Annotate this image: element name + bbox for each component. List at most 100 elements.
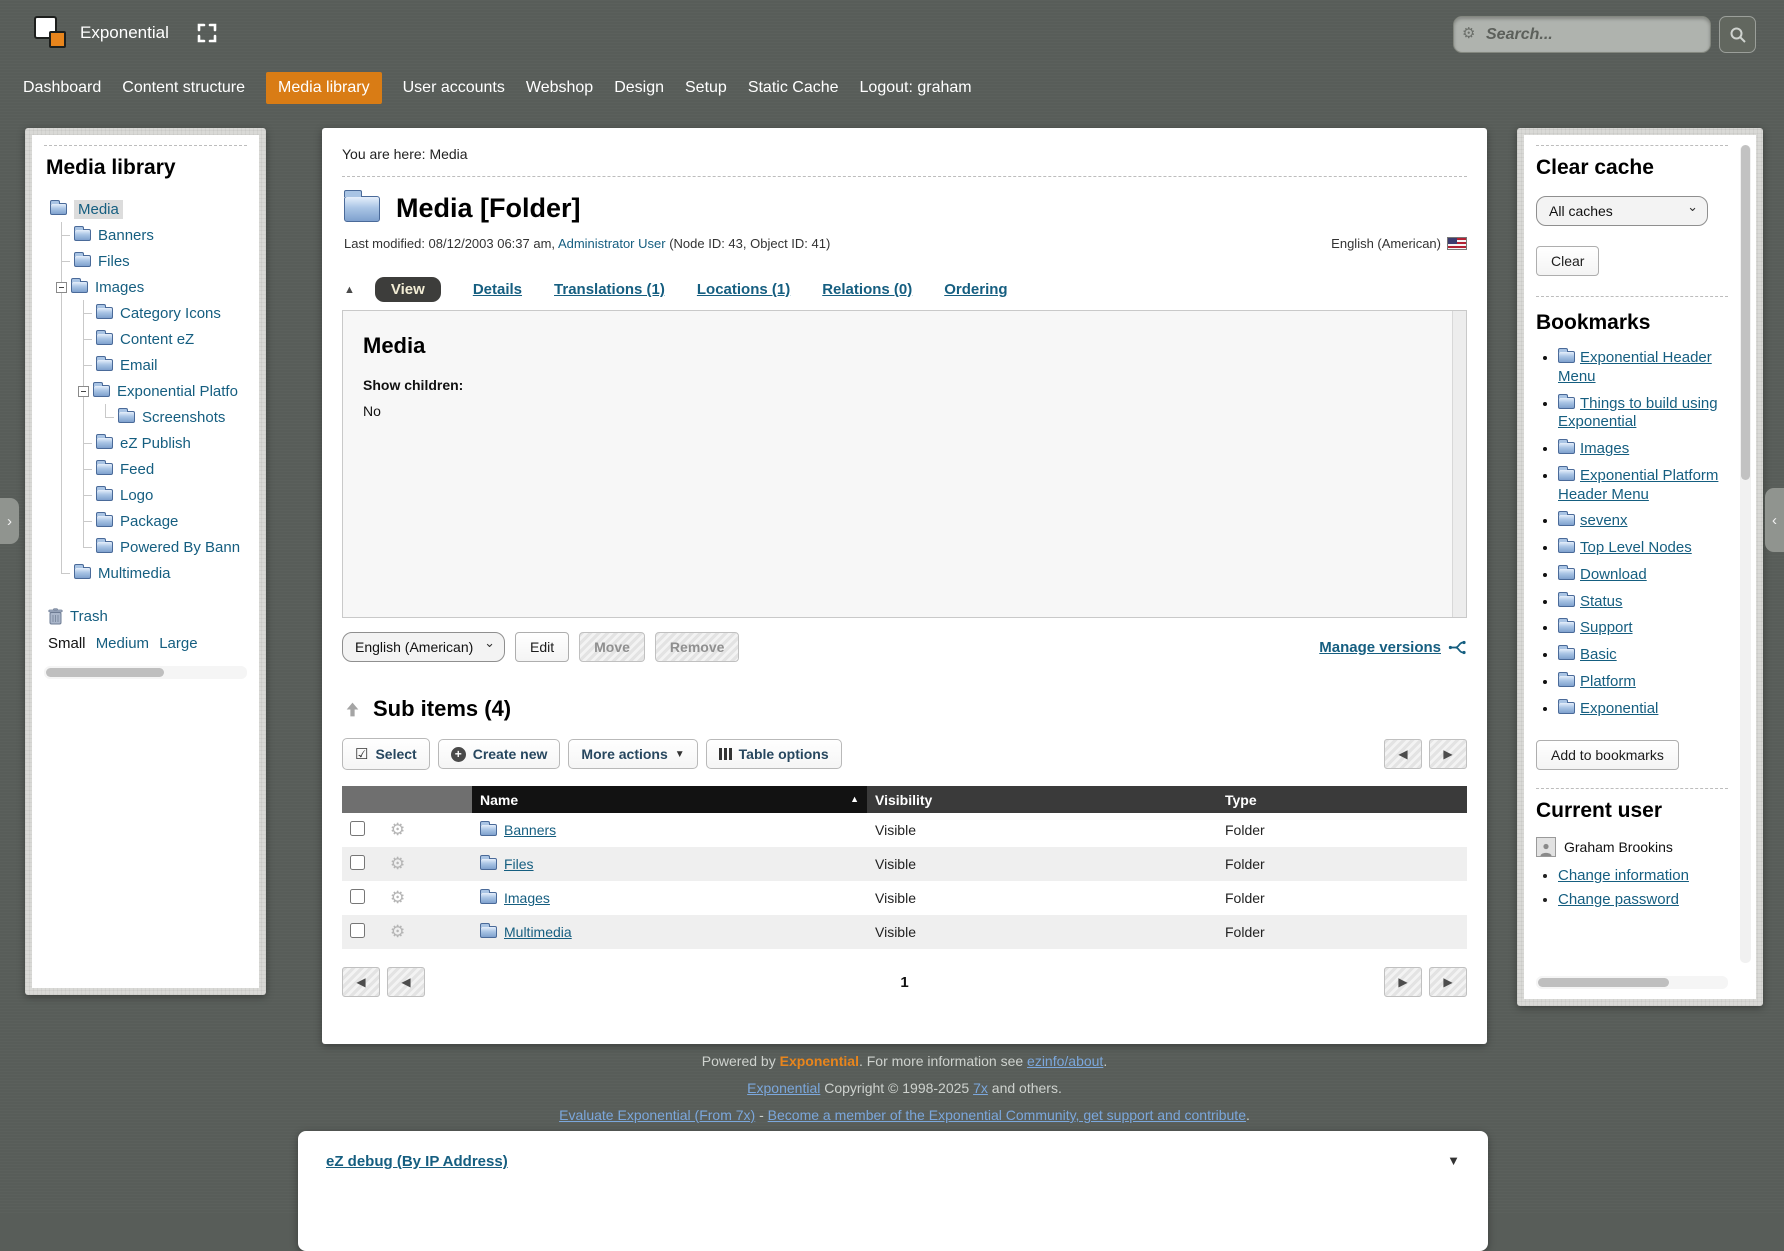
right-vertical-scrollbar[interactable] [1740, 145, 1751, 963]
nav-content-structure[interactable]: Content structure [122, 79, 245, 97]
change-information-link[interactable]: Change information [1558, 867, 1689, 884]
row-name-link[interactable]: Banners [504, 822, 556, 838]
bookmark-link[interactable]: Support [1580, 619, 1633, 636]
tree-item-label[interactable]: Files [98, 253, 130, 270]
bookmark-link[interactable]: Exponential [1580, 700, 1658, 717]
tree-item-package[interactable]: Package [44, 508, 247, 534]
left-panel-toggle-handle[interactable]: › [0, 498, 19, 544]
tree-item-label[interactable]: Media [74, 200, 123, 219]
tree-item-powered-by-banner[interactable]: Powered By Bann [44, 534, 247, 560]
manage-versions-link[interactable]: Manage versions [1319, 638, 1467, 657]
nav-media-library[interactable]: Media library [266, 72, 382, 104]
prev-page-button[interactable]: ◀ [387, 967, 425, 997]
trash-link[interactable]: Trash [70, 608, 108, 625]
community-link[interactable]: Become a member of the Exponential Commu… [768, 1107, 1246, 1123]
bookmark-link[interactable]: Download [1580, 566, 1647, 583]
collapse-expander-icon[interactable] [56, 282, 67, 293]
bookmark-link[interactable]: sevenx [1580, 512, 1628, 529]
debug-collapse-icon[interactable]: ▼ [1447, 1153, 1460, 1168]
tree-item-exponential-platform[interactable]: Exponential Platfo [44, 378, 247, 404]
change-password-link[interactable]: Change password [1558, 891, 1679, 908]
tree-item-label[interactable]: Package [120, 513, 178, 530]
exponential-link[interactable]: Exponential [747, 1080, 820, 1096]
tab-ordering[interactable]: Ordering [944, 281, 1007, 298]
app-logo[interactable] [34, 16, 68, 50]
sort-ascending-icon[interactable]: ▲ [850, 794, 859, 804]
collapse-expander-icon[interactable] [78, 386, 89, 397]
bookmark-link[interactable]: Basic [1580, 646, 1617, 663]
view-box-scrollbar[interactable] [1452, 311, 1466, 617]
modifier-user-link[interactable]: Administrator User [558, 236, 666, 251]
bookmark-link[interactable]: Images [1580, 440, 1629, 457]
tree-item-label[interactable]: Logo [120, 487, 153, 504]
search-input[interactable] [1453, 16, 1711, 53]
table-options-button[interactable]: Table options [706, 739, 842, 769]
scrollbar-thumb[interactable] [46, 668, 164, 677]
cache-type-select[interactable]: All caches [1536, 196, 1708, 226]
bookmark-link[interactable]: Exponential Header Menu [1558, 349, 1712, 385]
column-header-type[interactable]: Type [1217, 786, 1467, 813]
tree-item-media[interactable]: Media [44, 196, 247, 222]
tree-item-multimedia[interactable]: Multimedia [44, 560, 247, 586]
bookmark-link[interactable]: Platform [1580, 673, 1636, 690]
right-panel-toggle-handle[interactable]: ‹ [1765, 488, 1784, 552]
last-page-button[interactable]: ▶ [1429, 967, 1467, 997]
subitems-prev-page-button[interactable]: ◀ [1384, 739, 1422, 769]
row-checkbox[interactable] [350, 855, 365, 870]
right-horizontal-scrollbar[interactable] [1536, 976, 1728, 989]
tree-item-label[interactable]: Multimedia [98, 565, 171, 582]
nav-design[interactable]: Design [614, 79, 664, 97]
tree-item-label[interactable]: Powered By Bann [120, 539, 240, 556]
bookmark-link[interactable]: Exponential Platform Header Menu [1558, 467, 1718, 503]
scrollbar-thumb[interactable] [1538, 978, 1669, 987]
left-horizontal-scrollbar[interactable] [44, 666, 247, 679]
bookmark-link[interactable]: Status [1580, 593, 1623, 610]
tab-locations[interactable]: Locations (1) [697, 281, 790, 298]
tree-item-label[interactable]: eZ Publish [120, 435, 191, 452]
nav-user-accounts[interactable]: User accounts [403, 79, 505, 97]
row-checkbox[interactable] [350, 821, 365, 836]
column-header-visibility[interactable]: Visibility [867, 786, 1217, 813]
bookmark-link[interactable]: Top Level Nodes [1580, 539, 1692, 556]
nav-logout[interactable]: Logout: graham [860, 79, 972, 97]
scrollbar-thumb[interactable] [1741, 145, 1750, 480]
row-gear-icon[interactable]: ⚙ [390, 820, 405, 839]
tree-item-category-icons[interactable]: Category Icons [44, 300, 247, 326]
row-gear-icon[interactable]: ⚙ [390, 922, 405, 941]
subitems-next-page-button[interactable]: ▶ [1429, 739, 1467, 769]
evaluate-link[interactable]: Evaluate Exponential (From 7x) [559, 1107, 755, 1123]
row-checkbox[interactable] [350, 923, 365, 938]
tree-item-email[interactable]: Email [44, 352, 247, 378]
tree-item-files[interactable]: Files [44, 248, 247, 274]
more-actions-button[interactable]: More actions ▼ [568, 739, 697, 769]
tree-item-feed[interactable]: Feed [44, 456, 247, 482]
add-to-bookmarks-button[interactable]: Add to bookmarks [1536, 740, 1679, 770]
collapse-up-arrow-icon[interactable] [344, 701, 361, 718]
tree-item-content-ez[interactable]: Content eZ [44, 326, 247, 352]
nav-static-cache[interactable]: Static Cache [748, 79, 839, 97]
edit-button[interactable]: Edit [515, 632, 569, 662]
tree-item-screenshots[interactable]: Screenshots [44, 404, 247, 430]
bookmark-link[interactable]: Things to build using Exponential [1558, 395, 1718, 431]
clear-cache-button[interactable]: Clear [1536, 246, 1599, 276]
tree-item-ez-publish[interactable]: eZ Publish [44, 430, 247, 456]
tree-item-label[interactable]: Exponential Platfo [117, 383, 238, 400]
select-button[interactable]: ☑ Select [342, 738, 430, 770]
tree-item-label[interactable]: Banners [98, 227, 154, 244]
column-header-name[interactable]: Name ▲ [472, 786, 867, 813]
row-name-link[interactable]: Files [504, 856, 534, 872]
tree-item-logo[interactable]: Logo [44, 482, 247, 508]
row-gear-icon[interactable]: ⚙ [390, 854, 405, 873]
tree-item-label[interactable]: Images [95, 279, 144, 296]
search-button[interactable] [1719, 16, 1756, 53]
tree-item-label[interactable]: Content eZ [120, 331, 194, 348]
tab-relations[interactable]: Relations (0) [822, 281, 912, 298]
row-checkbox[interactable] [350, 889, 365, 904]
ezinfo-about-link[interactable]: ezinfo/about [1027, 1053, 1103, 1069]
ez-debug-link[interactable]: eZ debug (By IP Address) [326, 1153, 508, 1170]
language-select[interactable]: English (American) [342, 632, 505, 662]
tree-item-label[interactable]: Email [120, 357, 158, 374]
next-page-button[interactable]: ▶ [1384, 967, 1422, 997]
tree-item-label[interactable]: Category Icons [120, 305, 221, 322]
row-gear-icon[interactable]: ⚙ [390, 888, 405, 907]
